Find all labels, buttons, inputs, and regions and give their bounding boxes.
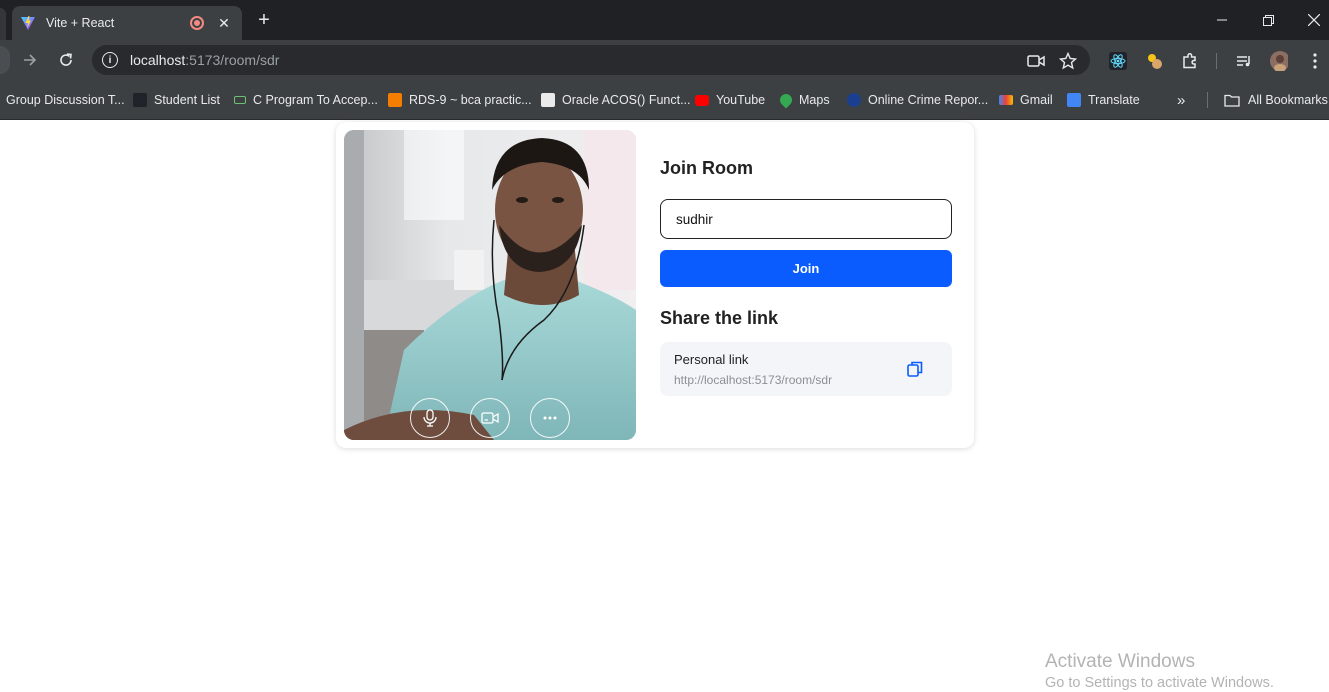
new-tab-button[interactable]: + [254,10,274,30]
close-tab-icon[interactable]: ✕ [216,15,232,32]
bookmarks-bar: Group Discussion T... Student List C Pro… [0,80,1329,120]
crime-portal-icon [847,93,861,107]
minimize-button[interactable] [1199,0,1245,40]
camera-icon [481,412,499,424]
extension-avatar-icon[interactable] [1145,52,1163,70]
mic-toggle-button[interactable] [410,398,450,438]
maps-pin-icon [777,91,795,109]
bookmark-item[interactable]: Student List [133,91,220,109]
more-icon [543,416,557,420]
join-room-card: Join Room Join Share the link Personal l… [336,122,974,448]
bookmark-item[interactable]: Translate [1067,91,1140,109]
bookmark-item[interactable]: Group Discussion T... [6,91,125,109]
bookmark-star-icon[interactable] [1059,52,1077,70]
bookmarks-divider [1207,92,1208,108]
forward-arrow-icon [24,54,37,66]
mic-icon [423,409,437,427]
vite-logo-icon [21,16,35,30]
translate-icon [1067,93,1081,107]
forward-button[interactable] [18,48,42,72]
copy-link-icon[interactable] [906,360,924,378]
code-icon [234,96,246,104]
folder-icon [1224,94,1240,107]
extensions-puzzle-icon[interactable] [1181,52,1199,70]
reload-icon [60,53,72,66]
browser-tab-strip: Vite + React ✕ + [0,0,1329,40]
gmail-icon [999,95,1013,105]
restore-icon [1262,14,1274,26]
minimize-icon [1217,19,1227,21]
watermark-line-2: Go to Settings to activate Windows. [1045,675,1274,691]
react-icon [133,93,147,107]
browser-menu-icon[interactable] [1306,52,1324,70]
camera-toggle-button[interactable] [470,398,510,438]
blogger-icon [388,93,402,107]
video-preview [344,130,636,440]
tab-title: Vite + React [46,16,115,30]
more-options-button[interactable] [530,398,570,438]
join-panel: Join Room Join Share the link Personal l… [660,158,952,396]
media-control-icon[interactable] [1235,52,1253,70]
watermark-line-1: Activate Windows [1045,651,1195,672]
bookmark-item[interactable]: Oracle ACOS() Funct... [541,91,691,109]
bookmark-item[interactable]: RDS-9 ~ bca practic... [388,91,532,109]
bookmark-item[interactable]: Maps [777,91,830,109]
bookmark-item[interactable]: C Program To Accep... [234,91,378,109]
activate-windows-watermark: Activate Windows Go to Settings to activ… [1045,651,1274,691]
bookmarks-overflow-icon[interactable]: » [1177,91,1185,109]
address-bar[interactable]: i localhost:5173/room/sdr [92,45,1090,75]
personal-link-box: Personal link http://localhost:5173/room… [660,342,952,396]
camera-in-use-icon[interactable] [1027,52,1045,70]
bookmark-item[interactable]: Gmail [999,91,1053,109]
profile-avatar[interactable] [1270,51,1288,71]
join-button[interactable]: Join [660,250,952,287]
personal-link-url: http://localhost:5173/room/sdr [674,373,833,387]
bookmark-item[interactable]: Online Crime Repor... [847,91,988,109]
bookmark-item[interactable]: YouTube [695,91,765,109]
join-room-heading: Join Room [660,158,753,178]
browser-toolbar: i localhost:5173/room/sdr [0,40,1329,80]
recording-indicator-icon [190,16,204,30]
youtube-icon [695,94,709,106]
site-info-icon[interactable]: i [102,52,118,68]
camera-feed-image [344,130,636,440]
share-link-heading: Share the link [660,308,779,328]
previous-tab-edge[interactable] [0,8,6,40]
close-window-icon [1308,14,1320,26]
back-button[interactable] [0,46,10,74]
all-bookmarks-button[interactable]: All Bookmarks [1224,91,1328,109]
browser-tab-active[interactable]: Vite + React ✕ [12,6,242,40]
close-window-button[interactable] [1291,0,1329,40]
toolbar-divider [1216,53,1217,69]
react-devtools-icon[interactable] [1109,52,1127,70]
url-text: localhost:5173/room/sdr [130,52,280,68]
reload-button[interactable] [54,48,78,72]
w3schools-icon [541,93,555,107]
name-input[interactable] [660,199,952,239]
personal-link-label: Personal link [674,352,749,367]
restore-button[interactable] [1245,0,1291,40]
